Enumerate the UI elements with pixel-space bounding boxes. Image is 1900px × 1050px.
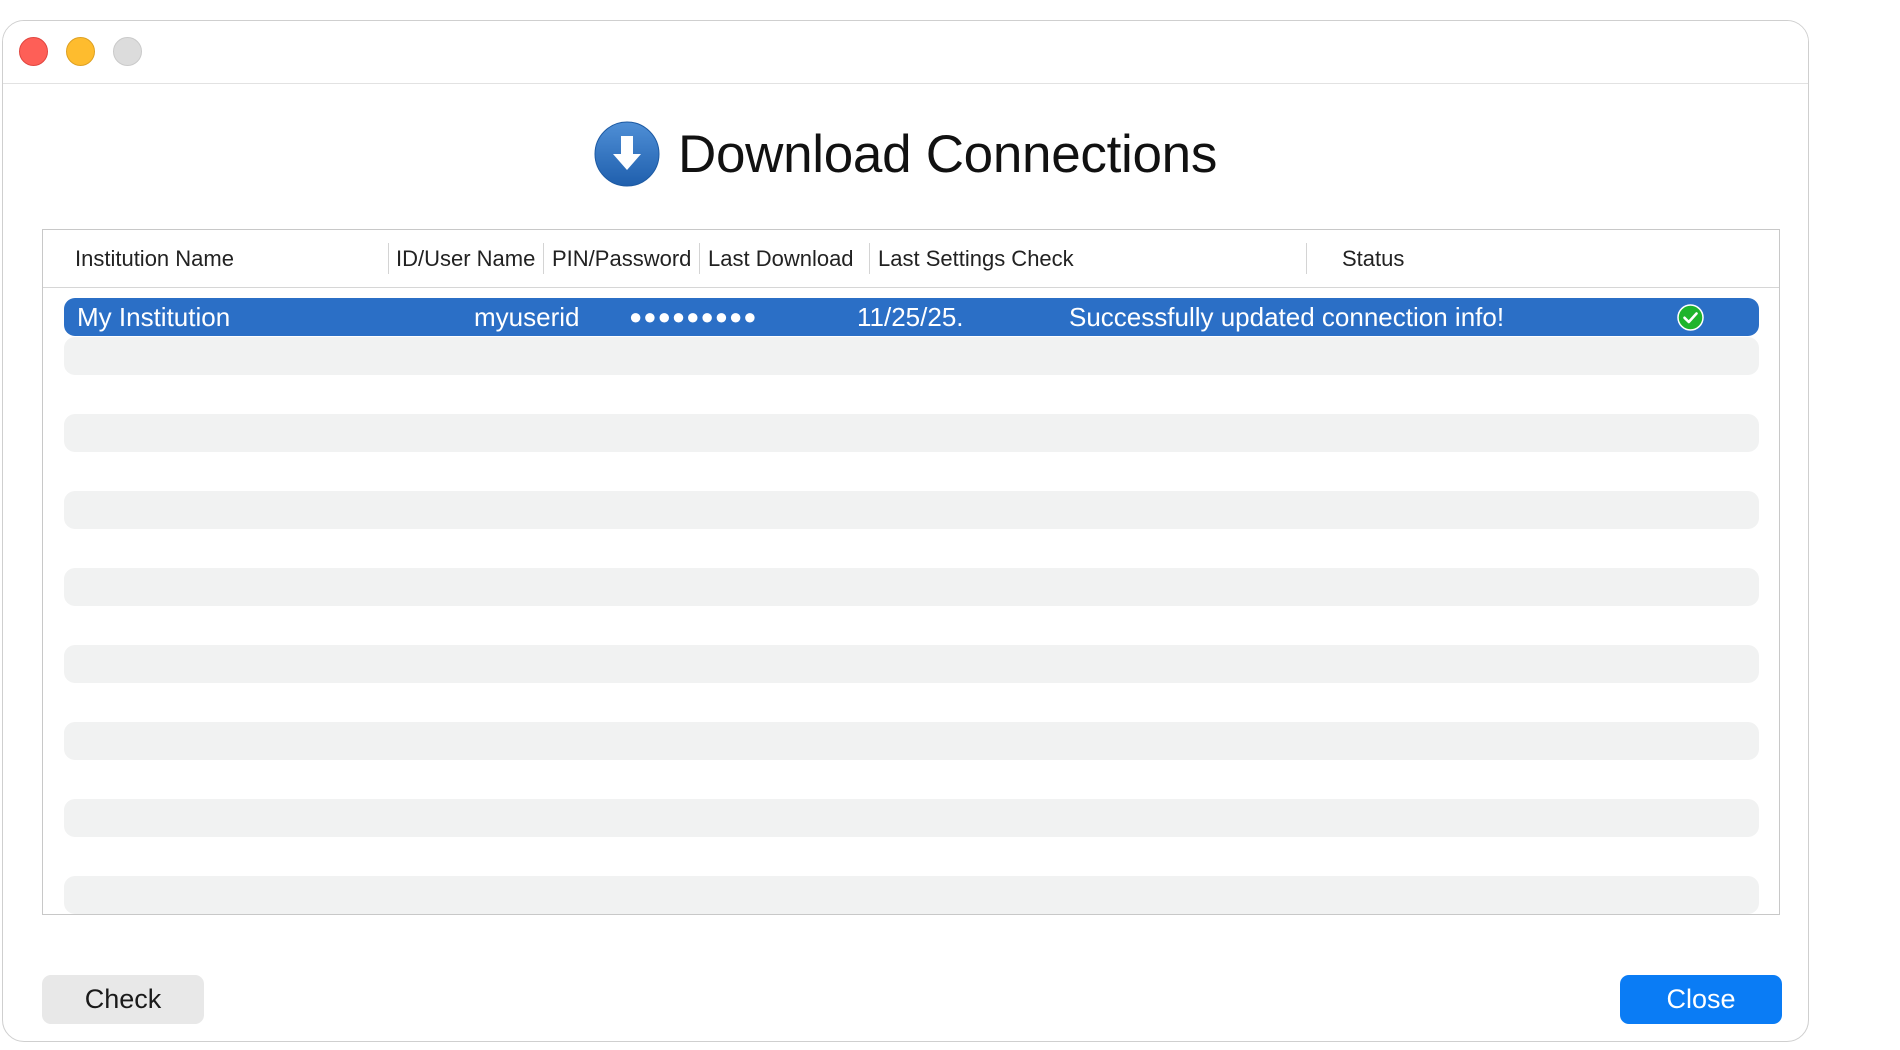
- column-header-last-download[interactable]: Last Download: [708, 230, 854, 287]
- close-button[interactable]: Close: [1620, 975, 1782, 1024]
- table-row[interactable]: My Institution myuserid ●●●●●●●●● 11/25/…: [64, 298, 1759, 336]
- title-bar: [3, 21, 1808, 84]
- user-name-cell: myuserid: [474, 302, 580, 332]
- download-connections-window: Download Connections Institution Name ID…: [2, 20, 1809, 1042]
- download-arrow-icon: [594, 121, 660, 187]
- connections-table: Institution Name ID/User Name PIN/Passwo…: [42, 229, 1780, 915]
- table-row[interactable]: [64, 722, 1759, 760]
- password-cell: ●●●●●●●●●: [629, 304, 758, 329]
- success-check-icon: [1677, 304, 1704, 331]
- column-header-password[interactable]: PIN/Password: [552, 230, 691, 287]
- dialog-header: Download Connections: [3, 121, 1808, 187]
- table-row[interactable]: [64, 568, 1759, 606]
- last-download-cell: 11/25/25.: [857, 302, 964, 332]
- table-row[interactable]: [64, 337, 1759, 375]
- column-header-status[interactable]: Status: [1342, 230, 1404, 287]
- column-header-last-settings-check[interactable]: Last Settings Check: [878, 230, 1074, 287]
- dialog-title: Download Connections: [677, 124, 1218, 184]
- last-settings-check-cell: Successfully updated connection info!: [1069, 302, 1505, 332]
- table-row[interactable]: [64, 799, 1759, 837]
- minimize-window-button[interactable]: [66, 37, 95, 66]
- close-window-button[interactable]: [19, 37, 48, 66]
- column-header-institution-name[interactable]: Institution Name: [75, 230, 234, 287]
- column-header-user-name[interactable]: ID/User Name: [396, 230, 535, 287]
- check-button[interactable]: Check: [42, 975, 204, 1024]
- zoom-window-button[interactable]: [113, 37, 142, 66]
- institution-name-cell: My Institution: [77, 302, 231, 332]
- table-row[interactable]: [64, 876, 1759, 914]
- table-row[interactable]: [64, 491, 1759, 529]
- table-row[interactable]: [64, 414, 1759, 452]
- table-row[interactable]: [64, 645, 1759, 683]
- table-header: Institution Name ID/User Name PIN/Passwo…: [43, 230, 1779, 288]
